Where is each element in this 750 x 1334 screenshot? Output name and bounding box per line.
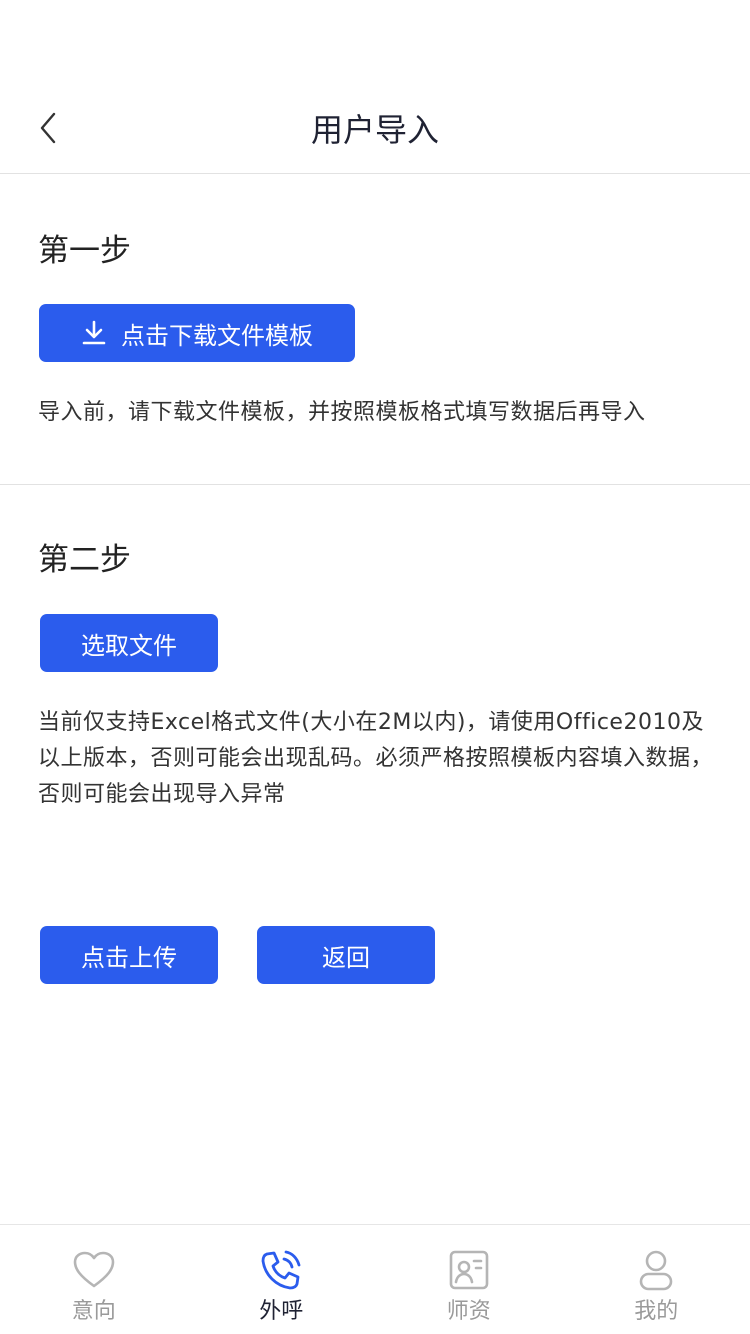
upload-button-label: 点击上传 bbox=[81, 943, 177, 972]
teacher-profile-icon bbox=[446, 1247, 492, 1293]
return-button-label: 返回 bbox=[322, 943, 370, 972]
tab-teachers[interactable]: 师资 bbox=[375, 1225, 563, 1334]
tab-teachers-label: 师资 bbox=[446, 1299, 491, 1324]
step-one-description: 导入前，请下载文件模板，并按照模板格式填写数据后再导入 bbox=[38, 400, 646, 425]
tab-intention-label: 意向 bbox=[71, 1299, 116, 1324]
select-file-button[interactable]: 选取文件 bbox=[40, 614, 218, 672]
step-one-title: 第一步 bbox=[38, 233, 131, 269]
user-icon bbox=[633, 1247, 679, 1293]
heart-icon bbox=[71, 1247, 117, 1293]
tab-intention[interactable]: 意向 bbox=[0, 1225, 188, 1334]
upload-button[interactable]: 点击上传 bbox=[40, 926, 218, 984]
phone-call-icon bbox=[258, 1247, 304, 1293]
step-two-title: 第二步 bbox=[38, 542, 131, 578]
download-button-label: 点击下载文件模板 bbox=[121, 321, 313, 350]
navigation-bar: 用户导入 bbox=[0, 0, 750, 174]
return-button[interactable]: 返回 bbox=[257, 926, 435, 984]
step-two-description: 当前仅支持Excel格式文件(大小在2M以内)，请使用Office2010及以上… bbox=[38, 710, 714, 807]
tab-outbound-call-label: 外呼 bbox=[259, 1299, 304, 1324]
page-title: 用户导入 bbox=[310, 111, 439, 149]
tab-mine[interactable]: 我的 bbox=[563, 1225, 750, 1334]
tab-mine-label: 我的 bbox=[634, 1299, 679, 1324]
download-template-button[interactable]: 点击下载文件模板 bbox=[39, 304, 355, 362]
select-file-label: 选取文件 bbox=[81, 631, 177, 660]
bottom-tab-bar: 意向 外呼 师资 我的 bbox=[0, 1224, 750, 1334]
step-one-section: 第一步 点击下载文件模板 导入前，请下载文件模板，并按照模板格式填写数据后再导入 bbox=[0, 175, 750, 485]
tab-outbound-call[interactable]: 外呼 bbox=[188, 1225, 376, 1334]
download-icon bbox=[81, 320, 107, 346]
